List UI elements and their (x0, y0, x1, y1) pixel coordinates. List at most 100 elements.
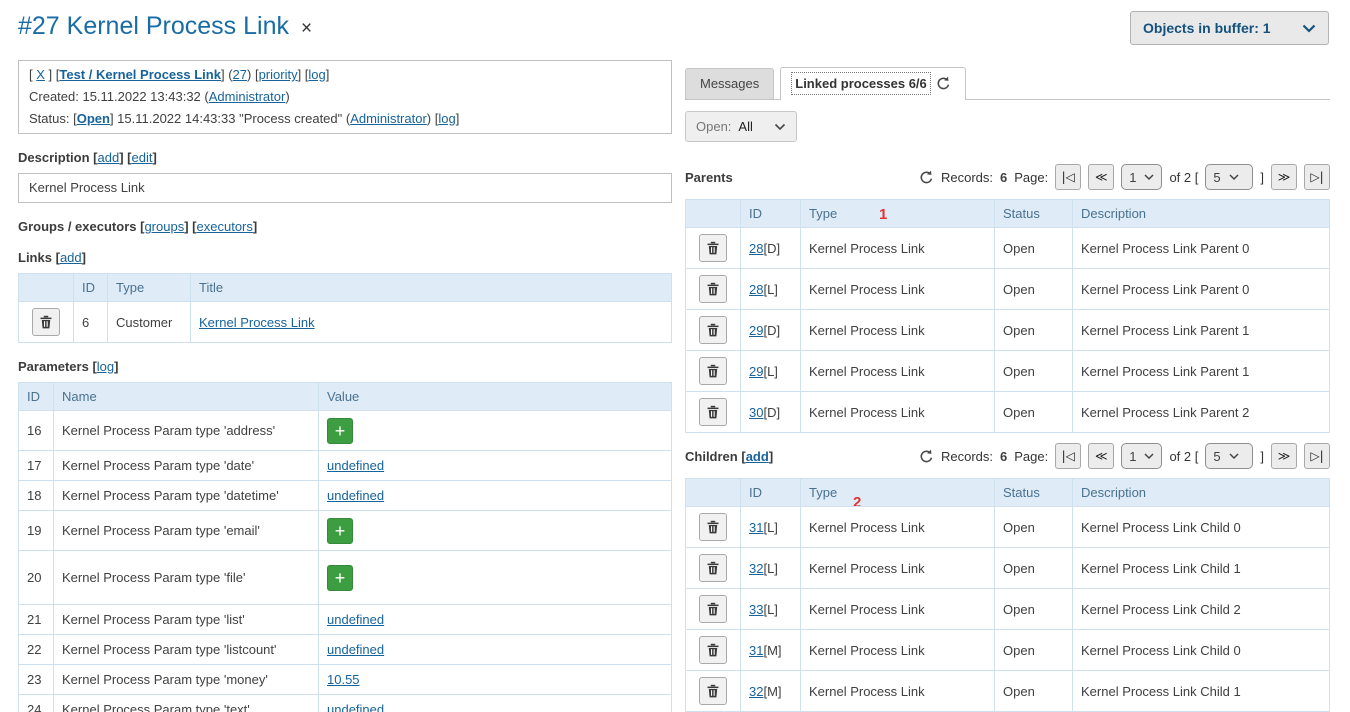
links-col-id: ID (74, 274, 108, 302)
parameters-log-link[interactable]: log (97, 359, 114, 374)
table-row: 16 Kernel Process Param type 'address' + (19, 411, 672, 451)
child-id-link[interactable]: 33 (749, 602, 763, 617)
tab-bar: Messages Linked processes 6/6 (685, 67, 1330, 100)
executors-link[interactable]: executors (197, 219, 253, 234)
groups-link[interactable]: groups (144, 219, 184, 234)
chevron-down-icon (1302, 24, 1316, 33)
table-row: 18 Kernel Process Param type 'datetime' … (19, 481, 672, 511)
open-filter-select[interactable]: Open: All (685, 111, 797, 142)
table-row: 22 Kernel Process Param type 'listcount'… (19, 635, 672, 665)
child-id-link[interactable]: 31 (749, 520, 763, 535)
parent-id-link[interactable]: 29 (749, 323, 763, 338)
next-page-button[interactable]: ≫ (1271, 443, 1297, 469)
page-select[interactable]: 1 (1121, 164, 1162, 190)
trash-icon (707, 561, 719, 575)
parent-id-link[interactable]: 30 (749, 405, 763, 420)
refresh-icon[interactable] (919, 170, 934, 185)
table-row: 30[D] Kernel Process Link Open Kernel Pr… (686, 392, 1330, 433)
add-param-value-button[interactable]: + (327, 518, 353, 544)
children-pagination: Records: 6 Page: |◁ ≪ 1 of 2 [ 5 ] ≫ ▷| (919, 443, 1330, 469)
priority-link[interactable]: priority (259, 67, 298, 82)
parents-title: Parents (685, 170, 733, 185)
param-value-link[interactable]: undefined (327, 458, 384, 473)
status-cell: Open (995, 630, 1073, 671)
status-cell: Open (995, 351, 1073, 392)
parent-id-link[interactable]: 28 (749, 282, 763, 297)
table-row: 32[M] Kernel Process Link Open Kernel Pr… (686, 671, 1330, 712)
last-page-button[interactable]: ▷| (1304, 164, 1330, 190)
delete-parent-button[interactable] (699, 275, 727, 303)
created-by-link[interactable]: Administrator (209, 89, 286, 104)
delete-parent-button[interactable] (699, 316, 727, 344)
child-id-link[interactable]: 31 (749, 643, 763, 658)
delete-parent-button[interactable] (699, 357, 727, 385)
delete-parent-button[interactable] (699, 234, 727, 262)
param-value-link[interactable]: undefined (327, 642, 384, 657)
children-add-link[interactable]: add (746, 449, 769, 464)
parent-id-link[interactable]: 29 (749, 364, 763, 379)
trash-icon (707, 241, 719, 255)
param-value-link[interactable]: undefined (327, 612, 384, 627)
parameters-table: ID Name Value 16 Kernel Process Param ty… (18, 382, 672, 712)
trash-icon (40, 315, 52, 329)
prev-page-button[interactable]: ≪ (1088, 164, 1114, 190)
process-log-link[interactable]: log (308, 67, 325, 82)
status-open-link[interactable]: Open (77, 111, 110, 126)
delete-child-button[interactable] (699, 636, 727, 664)
prev-page-button[interactable]: ≪ (1088, 443, 1114, 469)
description-edit-link[interactable]: edit (132, 150, 153, 165)
trash-icon (707, 364, 719, 378)
parent-id-link[interactable]: 28 (749, 241, 763, 256)
params-col-value: Value (319, 383, 672, 411)
chevron-down-icon (1229, 453, 1239, 460)
refresh-icon[interactable] (936, 76, 951, 91)
per-page-select[interactable]: 5 (1205, 443, 1253, 469)
links-col-title: Title (191, 274, 672, 302)
tab-linked-processes[interactable]: Linked processes 6/6 (780, 67, 966, 100)
delete-link-button[interactable] (32, 308, 60, 336)
groups-executors-heading: Groups / executors [groups] [executors] (18, 219, 672, 234)
chevron-down-icon (1229, 174, 1239, 181)
process-id-link[interactable]: 27 (233, 67, 247, 82)
status-log-link[interactable]: log (438, 111, 455, 126)
refresh-icon[interactable] (919, 449, 934, 464)
process-type-link[interactable]: Test / Kernel Process Link (59, 67, 221, 82)
close-process-link[interactable]: X (36, 67, 45, 82)
param-value-link[interactable]: undefined (327, 702, 384, 712)
table-row: 31[L] Kernel Process Link Open Kernel Pr… (686, 507, 1330, 548)
close-icon[interactable]: × (301, 19, 312, 38)
parents-pagination: Records: 6 Page: |◁ ≪ 1 of 2 [ 5 ] ≫ ▷| (919, 164, 1330, 190)
trash-icon (707, 520, 719, 534)
first-page-button[interactable]: |◁ (1055, 443, 1081, 469)
trash-icon (707, 684, 719, 698)
description-add-link[interactable]: add (97, 150, 119, 165)
status-cell: Open (995, 228, 1073, 269)
param-value-link[interactable]: undefined (327, 488, 384, 503)
objects-in-buffer-dropdown[interactable]: Objects in buffer: 1 (1130, 11, 1329, 45)
table-row: 29[D] Kernel Process Link Open Kernel Pr… (686, 310, 1330, 351)
delete-child-button[interactable] (699, 554, 727, 582)
child-id-link[interactable]: 32 (749, 561, 763, 576)
status-cell: Open (995, 671, 1073, 712)
first-page-button[interactable]: |◁ (1055, 164, 1081, 190)
add-param-value-button[interactable]: + (327, 418, 353, 444)
per-page-select[interactable]: 5 (1205, 164, 1253, 190)
next-page-button[interactable]: ≫ (1271, 164, 1297, 190)
child-id-link[interactable]: 32 (749, 684, 763, 699)
page-select[interactable]: 1 (1121, 443, 1162, 469)
last-page-button[interactable]: ▷| (1304, 443, 1330, 469)
status-user-link[interactable]: Administrator (350, 111, 427, 126)
delete-child-button[interactable] (699, 513, 727, 541)
children-title: Children [add] (685, 449, 773, 464)
delete-child-button[interactable] (699, 677, 727, 705)
link-id-cell: 6 (74, 302, 108, 343)
status-cell: Open (995, 589, 1073, 630)
delete-child-button[interactable] (699, 595, 727, 623)
status-cell: Open (995, 392, 1073, 433)
links-add-link[interactable]: add (60, 250, 82, 265)
link-title-link[interactable]: Kernel Process Link (199, 315, 315, 330)
delete-parent-button[interactable] (699, 398, 727, 426)
add-param-value-button[interactable]: + (327, 565, 353, 591)
param-value-link[interactable]: 10.55 (327, 672, 360, 687)
tab-messages[interactable]: Messages (685, 68, 774, 99)
